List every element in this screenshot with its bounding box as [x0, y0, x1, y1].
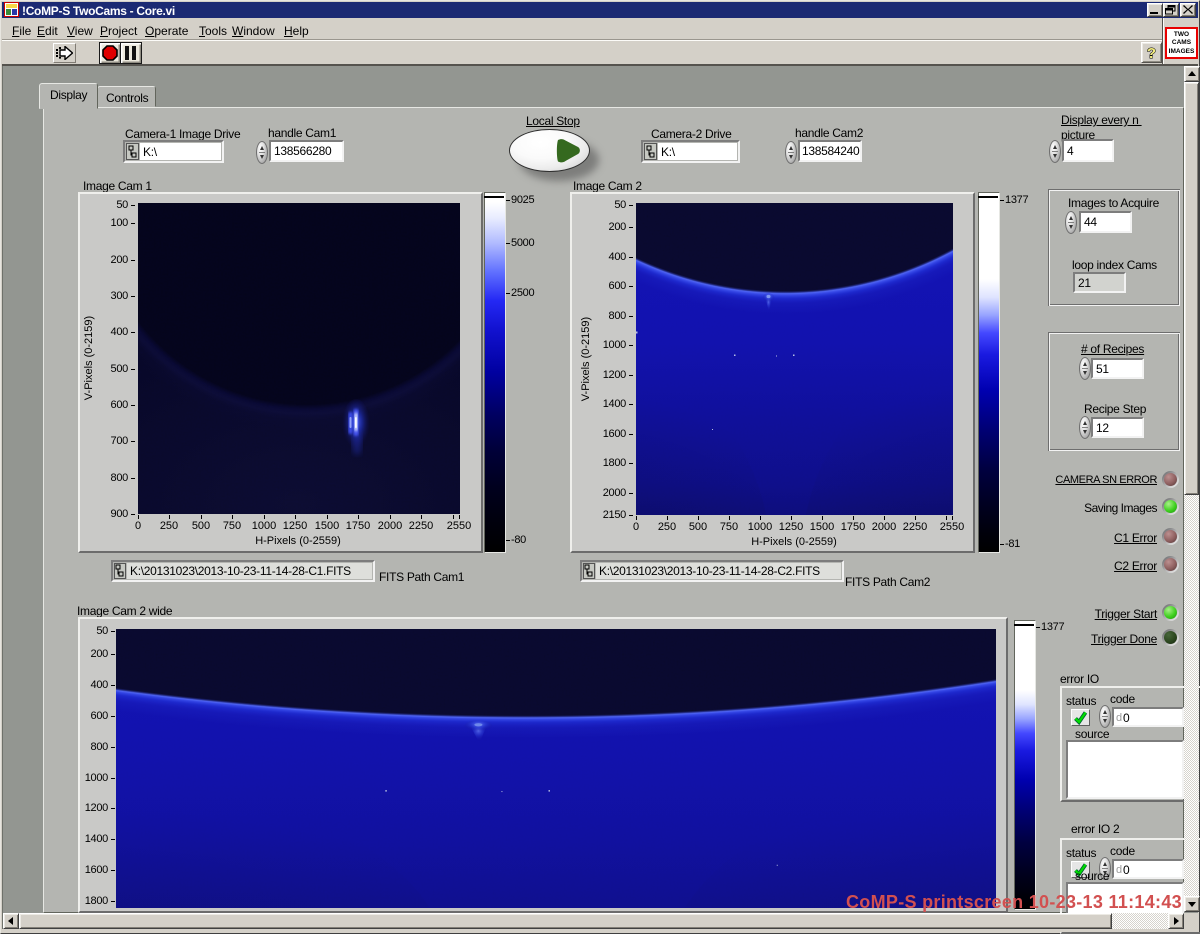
svg-text:?: ?: [1147, 45, 1156, 61]
